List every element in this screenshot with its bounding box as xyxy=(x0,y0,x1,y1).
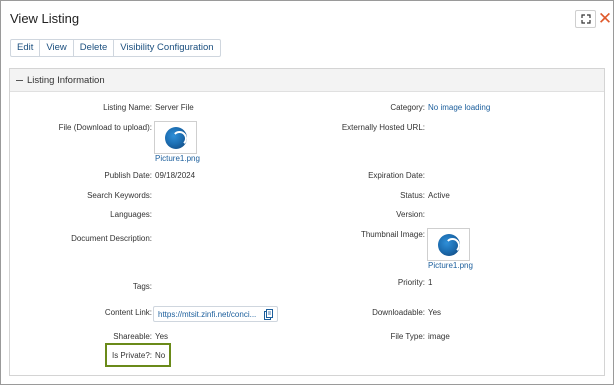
copy-icon[interactable] xyxy=(264,309,273,320)
status-label: Status: xyxy=(400,191,425,200)
file-label: File (Download to upload): xyxy=(58,123,152,132)
is-private-value: No xyxy=(155,351,166,360)
version-label: Version: xyxy=(396,210,425,219)
downloadable-label: Downloadable: xyxy=(372,308,425,317)
search-keywords-label: Search Keywords: xyxy=(87,191,152,200)
publish-date-label: Publish Date: xyxy=(104,171,152,180)
panel-title: Listing Information xyxy=(27,74,105,86)
file-link[interactable]: Picture1.png xyxy=(155,154,200,163)
is-private-label: Is Private?: xyxy=(111,351,152,360)
externally-hosted-url-label: Externally Hosted URL: xyxy=(341,123,425,132)
expand-icon xyxy=(580,14,591,24)
image-thumbnail-icon xyxy=(437,233,460,256)
view-button[interactable]: View xyxy=(40,40,74,56)
image-thumbnail-icon xyxy=(164,126,187,149)
file-type-value: image xyxy=(428,332,450,341)
priority-value: 1 xyxy=(428,278,433,287)
file-thumbnail[interactable] xyxy=(154,121,197,154)
panel-header[interactable]: Listing Information xyxy=(10,69,604,92)
action-toolbar: Edit View Delete Visibility Configuratio… xyxy=(10,39,221,57)
expiration-date-label: Expiration Date: xyxy=(368,171,425,180)
close-icon: ✕ xyxy=(597,8,613,29)
visibility-configuration-button[interactable]: Visibility Configuration xyxy=(114,40,219,56)
thumbnail-image-link[interactable]: Picture1.png xyxy=(428,261,473,270)
listing-name-label: Listing Name: xyxy=(103,103,152,112)
edit-button[interactable]: Edit xyxy=(11,40,41,56)
thumbnail-image-preview[interactable] xyxy=(427,228,470,261)
priority-label: Priority: xyxy=(397,278,425,287)
tags-label: Tags: xyxy=(132,282,152,291)
minus-icon[interactable] xyxy=(16,79,23,81)
expand-button[interactable] xyxy=(575,10,596,28)
delete-button[interactable]: Delete xyxy=(74,40,115,56)
content-link-field[interactable]: https://mtsit.zinfi.net/conci... xyxy=(153,306,278,322)
status-value: Active xyxy=(428,191,450,200)
thumbnail-image-label: Thumbnail Image: xyxy=(360,230,425,239)
file-type-label: File Type: xyxy=(390,332,425,341)
languages-label: Languages: xyxy=(110,210,152,219)
shareable-label: Shareable: xyxy=(113,332,152,341)
category-value[interactable]: No image loading xyxy=(428,103,490,112)
category-label: Category: xyxy=(390,103,425,112)
document-description-label: Document Description: xyxy=(71,234,152,243)
listing-name-value: Server File xyxy=(155,103,194,112)
dialog-title: View Listing xyxy=(10,11,80,26)
shareable-value: Yes xyxy=(155,332,169,341)
content-link-url[interactable]: https://mtsit.zinfi.net/conci... xyxy=(158,310,258,319)
publish-date-value: 09/18/2024 xyxy=(155,171,196,180)
close-button[interactable]: ✕ xyxy=(597,10,613,28)
downloadable-value: Yes xyxy=(428,308,442,317)
listing-information-panel: Listing Information xyxy=(9,68,605,376)
content-link-label: Content Link: xyxy=(104,308,152,317)
